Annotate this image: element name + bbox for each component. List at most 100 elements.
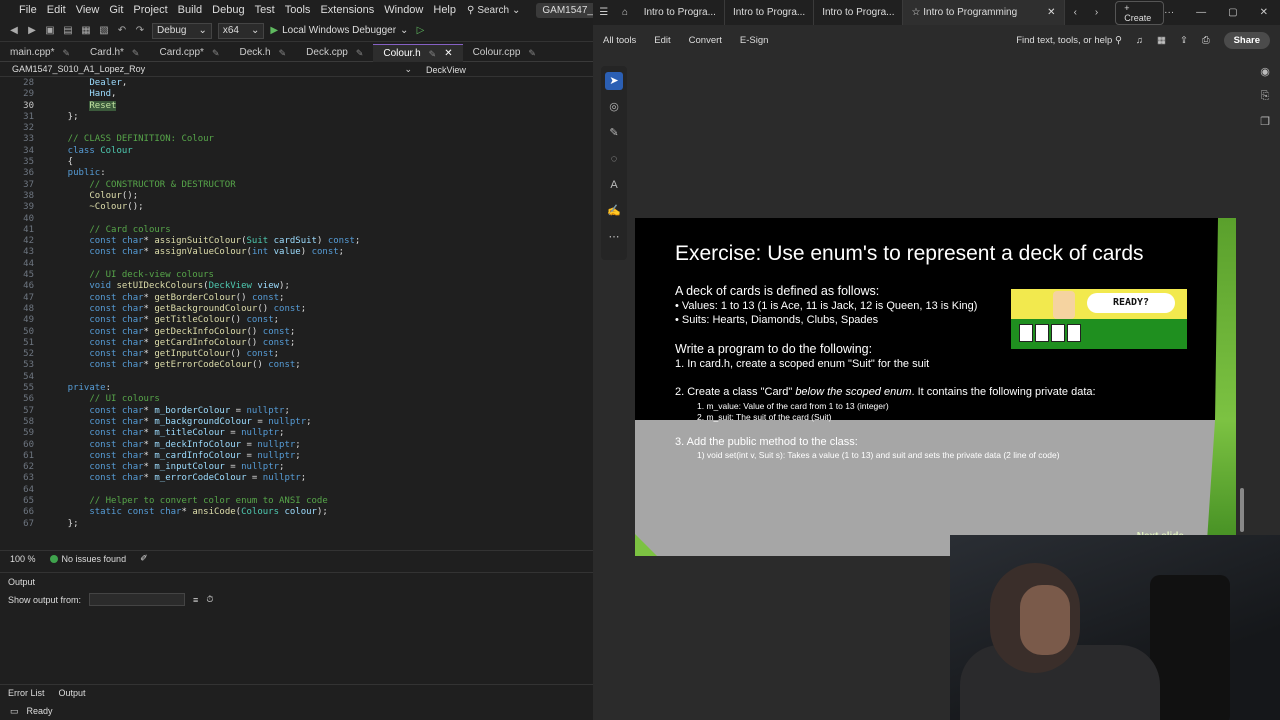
back-icon[interactable]: ◀ <box>8 25 20 37</box>
tab-card-cpp[interactable]: Card.cpp* ✎ <box>149 44 229 62</box>
menu-build[interactable]: Build <box>173 4 207 16</box>
code-line[interactable]: 66 static const char* ansiCode(Colours c… <box>0 507 593 518</box>
code-line[interactable]: 65 // Helper to convert color enum to AN… <box>0 496 593 507</box>
code-line[interactable]: 31 }; <box>0 112 593 123</box>
zoom-level[interactable]: 100 % <box>10 554 36 564</box>
project-dropdown[interactable]: GAM1547_S010_A1_Lopez_Roy ⌄ <box>0 64 420 75</box>
create-button[interactable]: + Create <box>1115 0 1165 25</box>
code-line[interactable]: 56 // UI colours <box>0 394 593 405</box>
code-line[interactable]: 30 Reset <box>0 100 593 112</box>
code-line[interactable]: 43 const char* assignValueColour(int val… <box>0 247 593 258</box>
close-icon[interactable]: ✕ <box>1047 0 1055 25</box>
open-icon[interactable]: ▤ <box>62 25 74 37</box>
minimize-icon[interactable]: — <box>1196 7 1206 18</box>
code-line[interactable]: 51 const char* getCardInfoColour() const… <box>0 338 593 349</box>
pin-icon[interactable]: ✎ <box>528 44 536 62</box>
code-line[interactable]: 58 const char* m_backgroundColour = null… <box>0 417 593 428</box>
tab-colour-h[interactable]: Colour.h ✎ ✕ <box>373 44 463 63</box>
sign-icon[interactable]: ✍ <box>605 202 623 220</box>
code-line[interactable]: 64 <box>0 485 593 496</box>
code-line[interactable]: 57 const char* m_borderColour = nullptr; <box>0 406 593 417</box>
code-line[interactable]: 47 const char* getBorderColour() const; <box>0 293 593 304</box>
more-tools-icon[interactable]: ⋯ <box>605 228 623 246</box>
pages-icon[interactable]: ❐ <box>1260 115 1270 128</box>
save-icon[interactable]: ▦ <box>1157 35 1166 46</box>
print-icon[interactable]: ⎙ <box>1202 35 1210 46</box>
comment-icon[interactable]: ◎ <box>605 98 623 116</box>
clear-icon[interactable]: ≡ <box>193 595 198 605</box>
code-line[interactable]: 35 { <box>0 157 593 168</box>
code-line[interactable]: 62 const char* m_inputColour = nullptr; <box>0 462 593 473</box>
maximize-icon[interactable]: ▢ <box>1228 7 1237 18</box>
pin-icon[interactable]: ✎ <box>212 44 220 62</box>
ai-assistant-icon[interactable]: ◉ <box>1260 65 1270 78</box>
upload-icon[interactable]: ⇪ <box>1180 35 1188 46</box>
lasso-icon[interactable]: ◌ <box>605 150 623 168</box>
tool-convert[interactable]: Convert <box>689 35 722 46</box>
redo-icon[interactable]: ↷ <box>134 25 146 37</box>
tab-card-h[interactable]: Card.h* ✎ <box>80 44 149 62</box>
save-all-icon[interactable]: ▧ <box>98 25 110 37</box>
code-line[interactable]: 40 <box>0 214 593 225</box>
menu-tools[interactable]: Tools <box>280 4 316 16</box>
browser-tab-3[interactable]: Intro to Progra... <box>814 0 904 25</box>
bookmark-icon[interactable]: ⎘ <box>1261 90 1270 103</box>
save-icon[interactable]: ▦ <box>80 25 92 37</box>
code-line[interactable]: 41 // Card colours <box>0 225 593 236</box>
scroll-thumb[interactable] <box>1240 488 1244 532</box>
tab-deck-h[interactable]: Deck.h ✎ <box>229 44 296 62</box>
menu-git[interactable]: Git <box>104 4 128 16</box>
tab-deck-cpp[interactable]: Deck.cpp ✎ <box>296 44 373 62</box>
output-source-select[interactable] <box>89 593 186 606</box>
issues-indicator[interactable]: No issues found <box>49 554 126 564</box>
code-line[interactable]: 42 const char* assignSuitColour(Suit car… <box>0 236 593 247</box>
code-line[interactable]: 29 Hand, <box>0 89 593 100</box>
code-line[interactable]: 46 void setUIDeckColours(DeckView view); <box>0 281 593 292</box>
tool-esign[interactable]: E-Sign <box>740 35 769 46</box>
code-line[interactable]: 50 const char* getDeckInfoColour() const… <box>0 327 593 338</box>
scope-dropdown[interactable]: DeckView <box>420 65 466 75</box>
start-without-debug-icon[interactable]: ▷ <box>414 25 426 37</box>
text-select-icon[interactable]: A <box>605 176 623 194</box>
pin-icon[interactable]: ✎ <box>279 44 287 62</box>
code-line[interactable]: 45 // UI deck-view colours <box>0 270 593 281</box>
browser-tab-active[interactable]: ☆ Intro to Programming ✕ <box>903 0 1065 25</box>
code-line[interactable]: 67 }; <box>0 519 593 530</box>
tab-main-cpp[interactable]: main.cpp* ✎ <box>0 44 80 62</box>
code-line[interactable]: 55 private: <box>0 383 593 394</box>
browser-tab-1[interactable]: Intro to Progra... <box>636 0 725 25</box>
close-icon[interactable]: ✕ <box>444 45 452 63</box>
chevron-left-icon[interactable]: ‹ <box>1065 7 1086 18</box>
wrap-icon[interactable]: ⏱ <box>206 594 213 605</box>
code-line[interactable]: 63 const char* m_errorCodeColour = nullp… <box>0 473 593 484</box>
code-line[interactable]: 48 const char* getBackgroundColour() con… <box>0 304 593 315</box>
undo-icon[interactable]: ↶ <box>116 25 128 37</box>
code-line[interactable]: 39 ~Colour(); <box>0 202 593 213</box>
pin-icon[interactable]: ✎ <box>356 44 364 62</box>
tool-edit[interactable]: Edit <box>654 35 670 46</box>
menu-extensions[interactable]: Extensions <box>315 4 379 16</box>
pdf-scrollbar[interactable] <box>1240 58 1246 538</box>
code-line[interactable]: 53 const char* getErrorCodeColour() cons… <box>0 360 593 371</box>
code-line[interactable]: 32 <box>0 123 593 134</box>
tool-all-tools[interactable]: All tools <box>603 35 636 46</box>
pin-icon[interactable]: ✎ <box>62 44 70 62</box>
select-cursor-icon[interactable]: ➤ <box>605 72 623 90</box>
find-field[interactable]: Find text, tools, or help ⚲ <box>1016 35 1122 46</box>
share-button[interactable]: Share <box>1223 31 1270 49</box>
headphones-icon[interactable]: ♫ <box>1136 35 1143 46</box>
forward-icon[interactable]: ▶ <box>26 25 38 37</box>
code-line[interactable]: 52 const char* getInputColour() const; <box>0 349 593 360</box>
pin-icon[interactable]: ✎ <box>132 44 140 62</box>
code-line[interactable]: 28 Dealer, <box>0 78 593 89</box>
menu-file[interactable]: File <box>14 4 42 16</box>
run-debugger-button[interactable]: ▶ Local Windows Debugger ⌄ <box>270 25 408 36</box>
code-line[interactable]: 59 const char* m_titleColour = nullptr; <box>0 428 593 439</box>
code-line[interactable]: 49 const char* getTitleColour() const; <box>0 315 593 326</box>
new-item-icon[interactable]: ▣ <box>44 25 56 37</box>
menu-debug[interactable]: Debug <box>207 4 249 16</box>
brush-icon[interactable]: ✐ <box>140 553 148 564</box>
close-window-icon[interactable]: ✕ <box>1260 7 1268 18</box>
code-line[interactable]: 60 const char* m_deckInfoColour = nullpt… <box>0 440 593 451</box>
pen-icon[interactable]: ✎ <box>605 124 623 142</box>
